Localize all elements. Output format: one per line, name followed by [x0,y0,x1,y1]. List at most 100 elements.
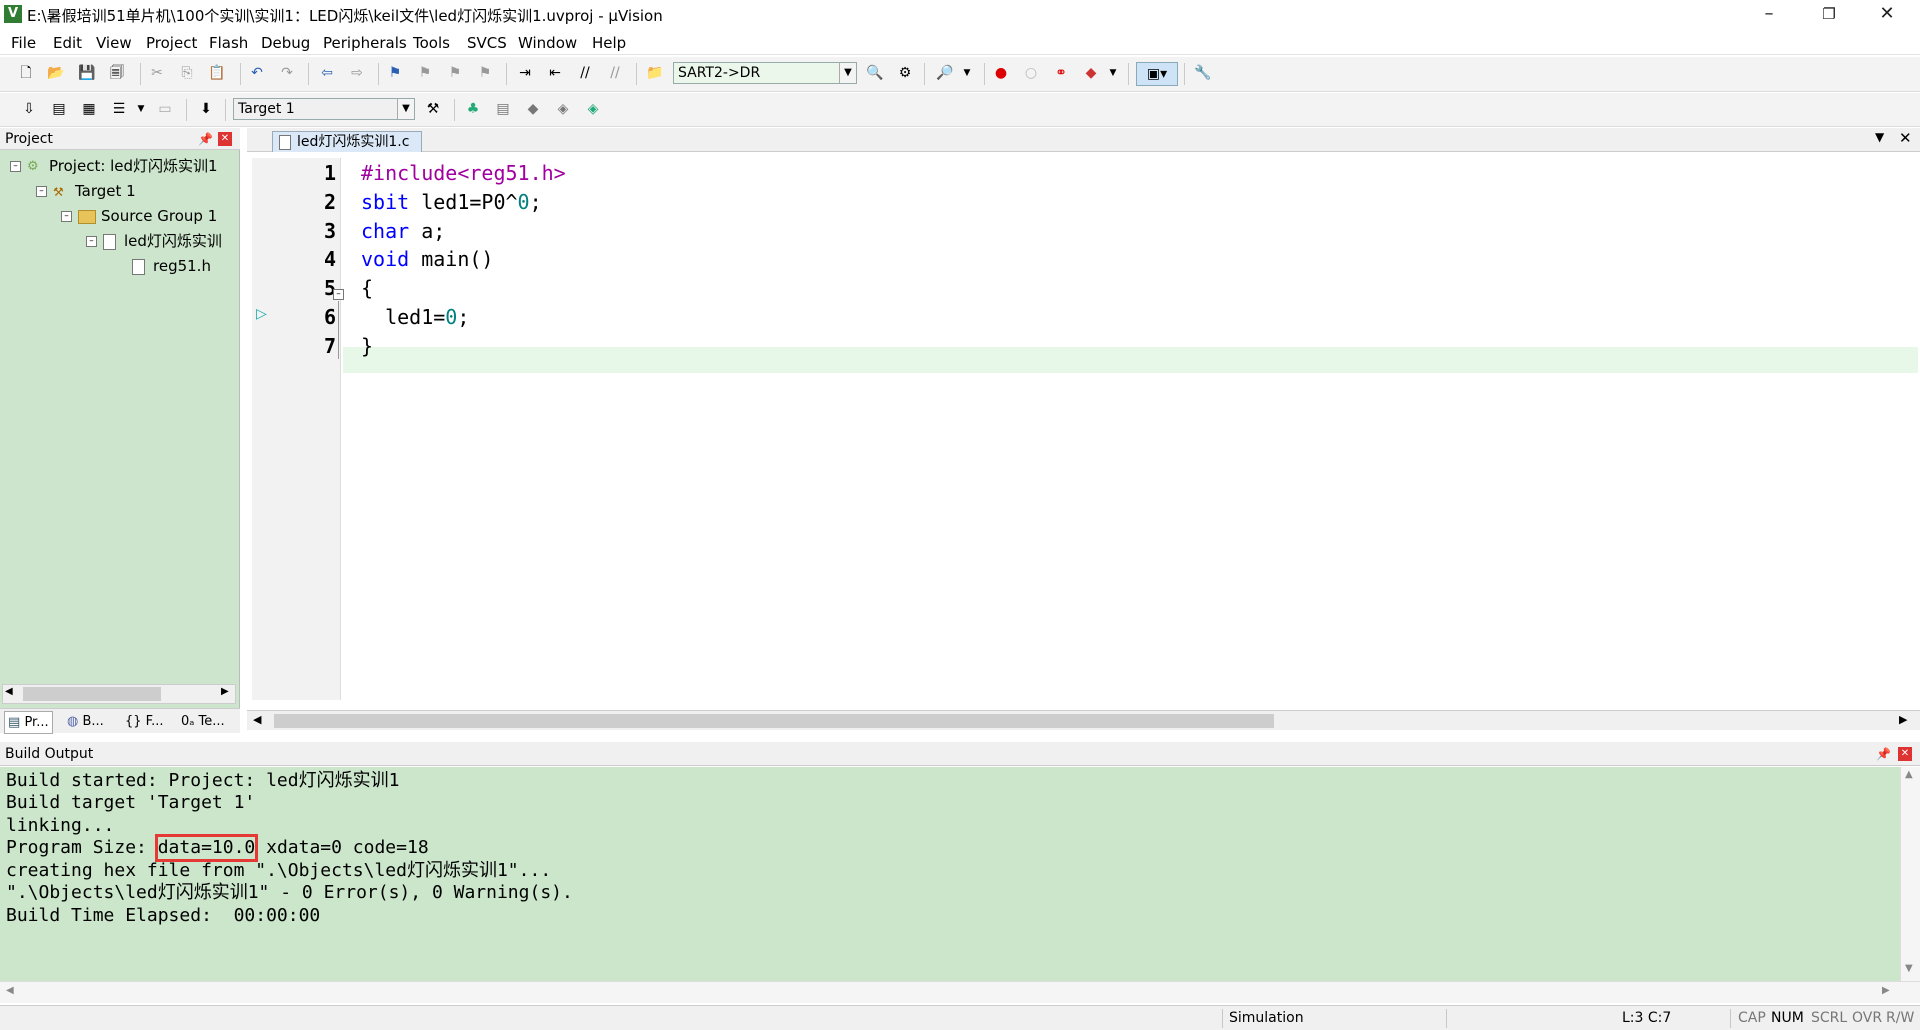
tree-project[interactable]: – ⚙ Project: led灯闪烁实训1 [10,155,218,177]
pack-installer-icon[interactable]: ◈ [552,98,574,120]
scroll-left-icon[interactable]: ◀ [5,686,13,697]
menu-edit[interactable]: Edit [53,34,82,52]
chevron-down-icon[interactable]: ▼ [397,99,414,119]
collapse-icon[interactable]: – [10,161,21,172]
incremental-find-icon[interactable]: ⚙ [894,62,916,84]
menu-project[interactable]: Project [146,34,197,52]
menu-help[interactable]: Help [592,34,626,52]
breakpoint-icon[interactable]: ● [990,62,1012,84]
bookmark-icon[interactable]: ⚑ [384,62,406,84]
code-line[interactable]: { [361,275,373,301]
tab-functions[interactable]: {} F... [122,711,166,732]
debug-session-icon[interactable]: 🔎 [934,62,956,84]
copy-icon[interactable]: ⎘ [176,62,198,84]
uncomment-icon[interactable]: // [604,62,626,84]
menu-view[interactable]: View [96,34,132,52]
editor-hscrollbar[interactable]: ◀ ▶ [247,710,1920,730]
code-line[interactable]: #include<reg51.h> [361,160,566,186]
collapse-icon[interactable]: – [86,236,97,247]
close-button[interactable]: ✕ [1858,0,1916,30]
scroll-left-icon[interactable]: ◀ [253,713,261,726]
save-all-icon[interactable]: 🗐 [106,62,128,84]
tree-source-group[interactable]: – Source Group 1 [61,205,217,227]
tree-source-file[interactable]: – led灯闪烁实训 [86,230,222,252]
scroll-thumb[interactable] [274,714,1274,728]
close-icon[interactable]: ✕ [218,132,232,146]
nav-back-icon[interactable]: ⇦ [316,62,338,84]
undo-icon[interactable]: ↶ [246,62,268,84]
scroll-thumb[interactable] [23,687,161,701]
menu-window[interactable]: Window [518,34,577,52]
manage-rte-icon[interactable]: ◆ [522,98,544,120]
next-bookmark-icon[interactable]: ⚑ [444,62,466,84]
scroll-up-icon[interactable]: ▲ [1905,769,1913,780]
code-line[interactable]: sbit led1=P0^0; [361,189,542,215]
tab-books[interactable]: ◍ B... [64,711,107,732]
find-combo[interactable]: SART2->DR ▼ [673,62,857,84]
build-output-vscrollbar[interactable]: ▲ ▼ [1900,767,1920,981]
scroll-down-icon[interactable]: ▼ [1905,963,1913,974]
chevron-down-icon[interactable]: ▼ [839,63,856,83]
code-line[interactable]: char a; [361,218,445,244]
new-file-icon[interactable]: 🗋 [15,62,37,84]
download-icon[interactable]: ⬇ [195,98,217,120]
clear-bookmarks-icon[interactable]: ⚑ [474,62,496,84]
cut-icon[interactable]: ✂ [146,62,168,84]
nav-forward-icon[interactable]: ⇨ [346,62,368,84]
tab-project[interactable]: ▤ Pr... [4,711,53,734]
menu-peripherals[interactable]: Peripherals [323,34,407,52]
tab-source-file[interactable]: led灯闪烁实训1.c [272,131,423,152]
minimize-button[interactable]: – [1740,0,1798,30]
select-packs-icon[interactable]: ▤ [492,98,514,120]
target-options-icon[interactable]: ⚒ [422,98,444,120]
unindent-icon[interactable]: ⇤ [544,62,566,84]
configure-icon[interactable]: 🔧 [1192,62,1214,84]
build-output-text[interactable]: Build started: Project: led灯闪烁实训1 Build … [0,767,1900,981]
pack-update-icon[interactable]: ◈ [582,98,604,120]
batch-dropdown-icon[interactable]: ▼ [130,98,152,120]
menu-debug[interactable]: Debug [261,34,310,52]
comment-icon[interactable]: // [574,62,596,84]
code-line[interactable]: void main() [361,246,493,272]
tab-list-dropdown-icon[interactable]: ▼ [1875,130,1884,144]
fold-icon[interactable]: – [333,289,344,300]
menu-flash[interactable]: Flash [209,34,248,52]
kill-breakpoints-icon[interactable]: ◆ [1080,62,1102,84]
tree-target[interactable]: – ⚒ Target 1 [36,180,136,202]
menu-tools[interactable]: Tools [413,34,450,52]
close-icon[interactable]: ✕ [1898,747,1912,761]
scroll-right-icon[interactable]: ▶ [221,686,229,697]
collapse-icon[interactable]: – [61,211,72,222]
collapse-icon[interactable]: – [36,186,47,197]
breakpoints-dropdown-icon[interactable]: ▼ [1102,62,1124,84]
pin-icon[interactable]: 📌 [198,128,213,150]
paste-icon[interactable]: 📋 [206,62,228,84]
window-layout-icon[interactable]: ▣▾ [1136,62,1178,86]
menu-svcs[interactable]: SVCS [467,34,507,52]
manage-components-icon[interactable]: ♣ [462,98,484,120]
pin-icon[interactable]: 📌 [1876,742,1891,766]
stop-build-icon[interactable]: ▭ [154,98,176,120]
scroll-right-icon[interactable]: ▶ [1899,713,1907,726]
build-output-hscrollbar[interactable]: ◀ ▶ [0,981,1920,1003]
save-icon[interactable]: 💾 [76,62,98,84]
open-file-icon[interactable]: 📂 [45,62,67,84]
menu-file[interactable]: File [11,34,36,52]
breakpoint-gutter[interactable]: ▷ [252,158,277,700]
debug-dropdown-icon[interactable]: ▼ [956,62,978,84]
prev-bookmark-icon[interactable]: ⚑ [414,62,436,84]
scroll-right-icon[interactable]: ▶ [1882,985,1890,996]
project-hscrollbar[interactable]: ◀ ▶ [2,684,236,704]
close-editor-icon[interactable]: ✕ [1899,129,1912,147]
maximize-button[interactable]: ❐ [1800,0,1858,30]
code-line[interactable]: led1=0; [361,304,469,330]
code-line[interactable]: } [361,333,373,359]
scroll-left-icon[interactable]: ◀ [6,985,14,996]
tree-header-file[interactable]: reg51.h [132,255,211,277]
build-icon[interactable]: ▤ [48,98,70,120]
translate-icon[interactable]: ⇩ [18,98,40,120]
find-in-files-icon[interactable]: 📁 [644,62,666,84]
target-combo[interactable]: Target 1 ▼ [233,98,415,120]
find-icon[interactable]: 🔍 [864,62,886,84]
indent-icon[interactable]: ⇥ [514,62,536,84]
